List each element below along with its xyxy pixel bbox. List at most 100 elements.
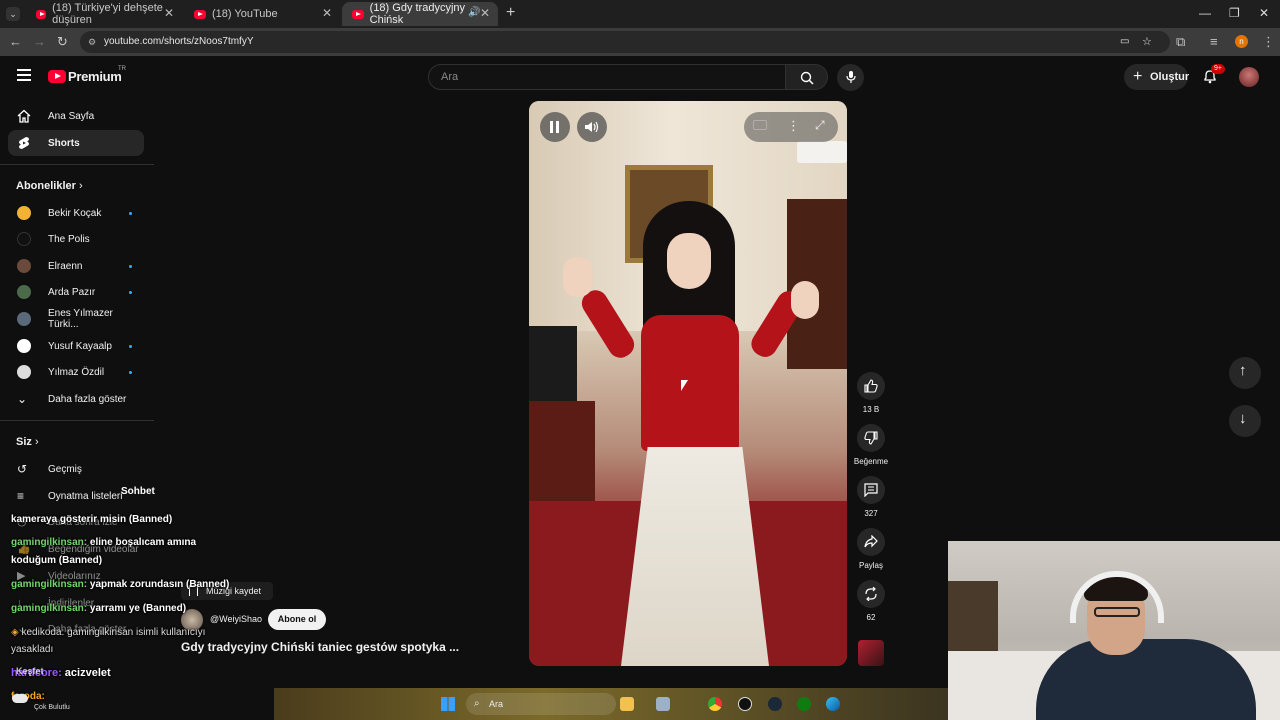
- new-content-dot: [129, 370, 132, 374]
- sidebar-sub-item[interactable]: Elraenn: [8, 253, 144, 279]
- channel-name[interactable]: @WeiyiShao: [210, 614, 262, 624]
- more-options-icon[interactable]: ⋮: [787, 118, 800, 134]
- chat-message: gamingilkinsan: eline boşalıcam amına: [11, 537, 196, 548]
- like-button[interactable]: [857, 372, 885, 400]
- file-explorer-icon[interactable]: [620, 697, 634, 711]
- voice-search-button[interactable]: [837, 64, 864, 91]
- tab-search-icon[interactable]: ⌄: [6, 7, 20, 21]
- you-section-header[interactable]: Siz ›: [16, 436, 39, 448]
- browser-profile-avatar[interactable]: n: [1235, 35, 1248, 48]
- player-top-controls: ⋮ ⤢: [744, 112, 838, 142]
- browser-tab-3[interactable]: (18) Gdy tradycyjny Chińsk 🔊 ✕: [342, 2, 498, 26]
- video-aircon: [797, 141, 847, 163]
- chat-text: koduğum (Banned): [11, 555, 103, 566]
- arrow-down-icon: ↓: [1239, 410, 1247, 427]
- restore-icon[interactable]: ❐: [1229, 6, 1240, 20]
- hamburger-menu-icon[interactable]: [17, 69, 31, 81]
- new-content-dot: [129, 211, 132, 215]
- account-avatar[interactable]: [1239, 67, 1259, 87]
- start-windows-icon[interactable]: [441, 697, 455, 711]
- xbox-icon[interactable]: [797, 697, 811, 711]
- new-content-dot: [129, 290, 132, 294]
- plus-icon: +: [1133, 68, 1143, 85]
- sidebar-sub-item[interactable]: Arda Pazır: [8, 279, 144, 305]
- close-tab-icon[interactable]: ✕: [480, 6, 490, 20]
- channel-avatar: [17, 206, 31, 220]
- steam-icon[interactable]: [768, 697, 782, 711]
- captions-icon[interactable]: [753, 120, 767, 130]
- previous-short-button[interactable]: ↑: [1229, 357, 1261, 389]
- video-tv: [529, 326, 577, 406]
- sidebar-sub-item[interactable]: Yusuf Kayaalp: [8, 333, 144, 359]
- channel-avatar: [17, 312, 31, 326]
- subscriptions-title: Abonelikler: [16, 180, 76, 192]
- sidebar-show-more[interactable]: ⌄ Daha fazla göster: [8, 386, 144, 412]
- reload-icon[interactable]: ↻: [57, 34, 68, 50]
- fullscreen-icon[interactable]: ⤢: [815, 118, 825, 133]
- taskbar-search[interactable]: ⌕ Ara: [466, 693, 616, 715]
- sidebar-sub-item[interactable]: Enes Yılmazer Türki...: [8, 306, 144, 332]
- edge-icon[interactable]: [826, 697, 840, 711]
- sidebar-item-shorts[interactable]: Shorts: [8, 130, 144, 156]
- channel-avatar: [17, 365, 31, 379]
- chat-text: yapmak zorundasın (Banned): [87, 579, 230, 590]
- taskbar-app-icon[interactable]: [656, 697, 670, 711]
- back-icon[interactable]: ←: [9, 34, 22, 49]
- chat-message: yasakladı: [11, 644, 53, 655]
- thumbs-up-icon: [864, 379, 878, 393]
- search-input[interactable]: Ara: [428, 64, 786, 90]
- github-icon[interactable]: [738, 697, 752, 711]
- subscriptions-header[interactable]: Abonelikler ›: [16, 180, 83, 192]
- webcam-hoodie: [1036, 639, 1256, 720]
- new-tab-button[interactable]: +: [506, 4, 515, 22]
- video-face: [667, 233, 711, 289]
- audio-playing-icon[interactable]: 🔊: [468, 7, 480, 18]
- sound-thumbnail[interactable]: [858, 640, 884, 666]
- sidebar-sub-item[interactable]: Bekir Koçak: [8, 200, 144, 226]
- video-hand-right: [791, 281, 819, 319]
- bookmark-star-icon[interactable]: ☆: [1142, 31, 1152, 53]
- sidebar-item-label: Geçmiş: [48, 463, 82, 475]
- chrome-icon[interactable]: [708, 697, 722, 711]
- pause-button[interactable]: [540, 112, 570, 142]
- channel-avatar: [17, 259, 31, 273]
- notifications-button[interactable]: 9+: [1203, 64, 1225, 85]
- cast-icon[interactable]: ▭: [1120, 31, 1129, 53]
- logo-play-triangle: [55, 73, 61, 79]
- next-short-button[interactable]: ↓: [1229, 405, 1261, 437]
- dislike-button[interactable]: [857, 424, 885, 452]
- browser-tab-1[interactable]: (18) Türkiye'yi dehşete düşüren ✕: [26, 2, 182, 26]
- sidebar-item-home[interactable]: Ana Sayfa: [8, 103, 144, 129]
- search-button[interactable]: [786, 64, 828, 90]
- address-bar[interactable]: ⚙ youtube.com/shorts/zNoos7tmfyY ▭ ☆: [80, 31, 1170, 53]
- reading-list-icon[interactable]: ≡: [1210, 34, 1218, 49]
- close-tab-icon[interactable]: ✕: [322, 6, 332, 20]
- create-button[interactable]: + Oluştur: [1124, 64, 1189, 90]
- search-icon: [800, 71, 814, 85]
- sidebar-item-label: The Polis: [48, 233, 90, 245]
- chevron-right-icon: ›: [34, 436, 39, 448]
- volume-button[interactable]: [577, 112, 607, 142]
- moderator-badge-icon: ◈: [11, 627, 19, 638]
- sidebar-sub-item[interactable]: The Polis: [8, 226, 144, 252]
- chevron-right-icon: ›: [78, 180, 83, 192]
- comments-button[interactable]: [857, 476, 885, 504]
- short-title[interactable]: Gdy tradycyjny Chiński taniec gestów spo…: [181, 640, 459, 654]
- browser-menu-icon[interactable]: ⋮: [1262, 34, 1275, 50]
- extensions-icon[interactable]: ⧉: [1176, 34, 1185, 50]
- sidebar-sub-item[interactable]: Yılmaz Özdil: [8, 359, 144, 385]
- subscribe-button[interactable]: Abone ol: [268, 609, 326, 630]
- shorts-video-player[interactable]: ⋮ ⤢: [529, 101, 847, 666]
- remix-button[interactable]: [857, 580, 885, 608]
- shorts-icon: [19, 137, 29, 149]
- tab-title: (18) Türkiye'yi dehşete düşüren: [52, 2, 163, 26]
- site-info-icon[interactable]: ⚙: [88, 31, 96, 53]
- video-sweater: [641, 315, 739, 451]
- share-button[interactable]: [857, 528, 885, 556]
- sidebar-item-history[interactable]: ↺ Geçmiş: [8, 456, 144, 482]
- close-window-icon[interactable]: ✕: [1259, 6, 1269, 20]
- close-tab-icon[interactable]: ✕: [164, 6, 174, 20]
- forward-icon[interactable]: →: [33, 34, 46, 49]
- browser-tab-2[interactable]: (18) YouTube ✕: [184, 2, 340, 26]
- minimize-icon[interactable]: —: [1199, 6, 1211, 20]
